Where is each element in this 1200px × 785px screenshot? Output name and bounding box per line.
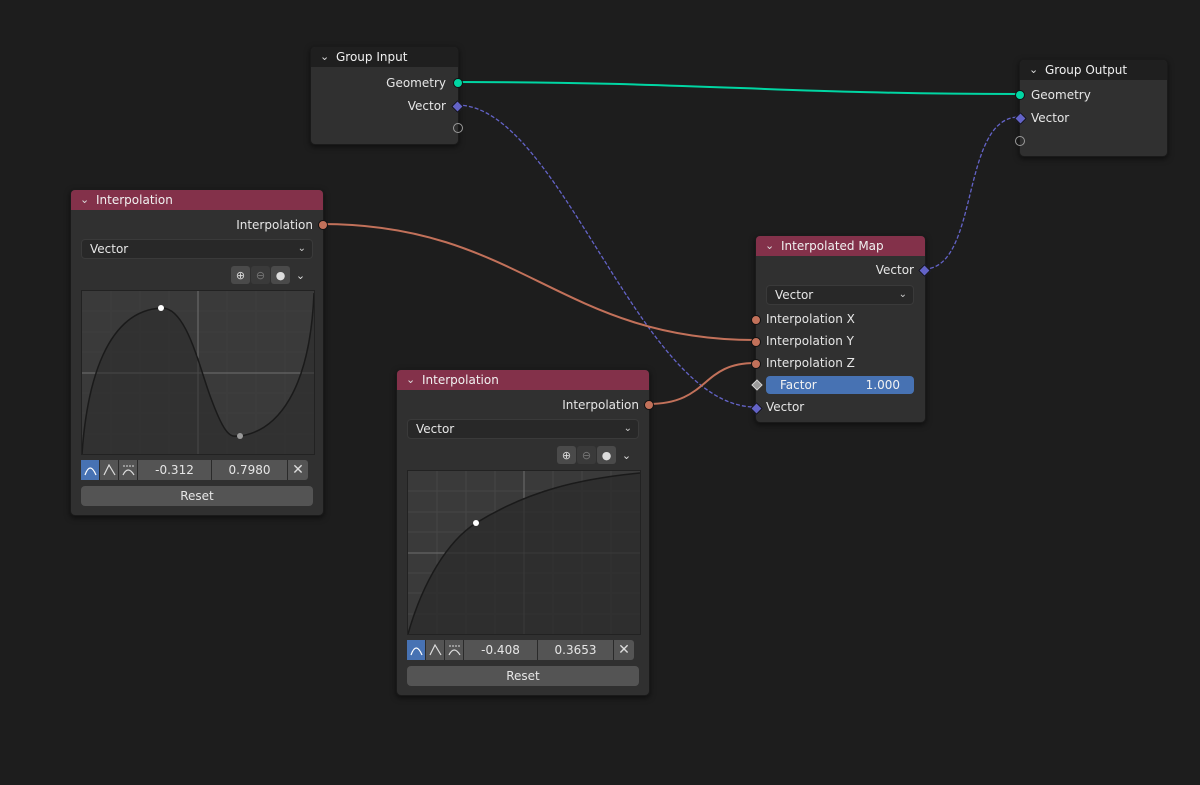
interpolation-2-output-socket[interactable] xyxy=(644,400,654,410)
auto-handle-icon[interactable] xyxy=(407,640,426,660)
auto-handle-icon[interactable] xyxy=(81,460,100,480)
close-icon[interactable]: ✕ xyxy=(288,460,308,480)
vector-handle-icon[interactable] xyxy=(426,640,445,660)
interpolation-1-output-label: Interpolation xyxy=(236,218,313,232)
chevron-down-icon: ⌄ xyxy=(898,289,907,300)
chevron-down-icon[interactable]: ⌄ xyxy=(1029,60,1039,80)
empty-input-socket[interactable] xyxy=(1015,136,1025,146)
dot-icon[interactable]: ● xyxy=(597,446,616,464)
group-output-title: Group Output xyxy=(1045,63,1128,77)
map-vector-input-socket[interactable] xyxy=(750,402,763,415)
map-vector-output-socket[interactable] xyxy=(918,264,931,277)
interpolation-x-label: Interpolation X xyxy=(766,312,855,326)
interpolated-map-node[interactable]: ⌄ Interpolated Map Vector Vector ⌄ Inter… xyxy=(750,235,931,423)
interpolated-map-header[interactable]: ⌄ Interpolated Map xyxy=(756,236,925,256)
curve-point-controls-1: -0.312 0.7980 ✕ xyxy=(81,460,308,480)
interpolation-2-output-label: Interpolation xyxy=(562,398,639,412)
interpolation-z-input-socket[interactable] xyxy=(751,359,761,369)
point-y-field-1[interactable]: 0.7980 xyxy=(212,460,288,480)
close-icon[interactable]: ✕ xyxy=(614,640,634,660)
point-x-field-2[interactable]: -0.408 xyxy=(464,640,538,660)
point-y-field-2[interactable]: 0.3653 xyxy=(538,640,614,660)
interpolation-2-title: Interpolation xyxy=(422,373,499,387)
map-vector-input-label: Vector xyxy=(766,400,805,414)
vector-input-socket[interactable] xyxy=(1014,112,1027,125)
interpolation-y-input-socket[interactable] xyxy=(751,337,761,347)
curve-graph-1[interactable] xyxy=(82,291,314,454)
zoom-in-icon[interactable]: ⊕ xyxy=(557,446,576,464)
empty-output-socket[interactable] xyxy=(453,123,463,133)
curve-editor-2[interactable] xyxy=(407,470,641,635)
interpolation-1-header[interactable]: ⌄ Interpolation xyxy=(71,190,323,210)
chevron-down-icon[interactable]: ⌄ xyxy=(765,236,775,256)
curve-point-selected-1[interactable] xyxy=(158,305,164,311)
curve-editor-1[interactable] xyxy=(81,290,315,455)
chevron-down-icon[interactable]: ⌄ xyxy=(80,190,90,210)
link-interp1-to-map-y xyxy=(321,223,756,341)
interpolation-node-2[interactable]: ⌄ Interpolation Interpolation Vector ⌄ ⊕… xyxy=(396,369,654,696)
group-output-node[interactable]: ⌄ Group Output Geometry Vector xyxy=(1014,59,1168,157)
interpolation-y-label: Interpolation Y xyxy=(766,334,854,348)
interpolation-2-mode-dropdown[interactable]: Vector ⌄ xyxy=(407,419,639,439)
link-map-to-output xyxy=(923,116,1020,270)
point-x-field-1[interactable]: -0.312 xyxy=(138,460,212,480)
interpolation-1-mode-value: Vector xyxy=(90,242,129,256)
interpolation-z-label: Interpolation Z xyxy=(766,356,855,370)
zoom-out-icon[interactable]: ⊖ xyxy=(577,446,596,464)
group-output-header[interactable]: ⌄ Group Output xyxy=(1020,60,1167,80)
map-mode-value: Vector xyxy=(775,288,814,302)
chevron-down-icon: ⌄ xyxy=(297,243,306,254)
group-input-title: Group Input xyxy=(336,50,408,64)
chevron-down-icon[interactable]: ⌄ xyxy=(617,446,636,464)
output-geometry-label: Geometry xyxy=(386,76,446,90)
dot-icon[interactable]: ● xyxy=(271,266,290,284)
link-interp2-to-map-z xyxy=(647,362,756,405)
interpolated-map-title: Interpolated Map xyxy=(781,239,884,253)
output-vector-label: Vector xyxy=(407,99,446,113)
reset-button-2[interactable]: Reset xyxy=(407,666,639,686)
interpolation-1-output-socket[interactable] xyxy=(318,220,328,230)
vector-output-socket[interactable] xyxy=(451,100,464,113)
chevron-down-icon[interactable]: ⌄ xyxy=(291,266,310,284)
interpolation-2-mode-value: Vector xyxy=(416,422,455,436)
curve-graph-2[interactable] xyxy=(408,471,640,634)
map-output-vector-label: Vector xyxy=(875,263,914,277)
input-geometry-label: Geometry xyxy=(1031,88,1091,102)
auto-clamped-handle-icon[interactable] xyxy=(445,640,464,660)
curve-toolbar-2: ⊕ ⊖ ● ⌄ xyxy=(557,446,636,464)
factor-label: Factor xyxy=(780,378,817,392)
link-vector-input-to-map xyxy=(456,104,756,408)
geometry-output-socket[interactable] xyxy=(453,78,463,88)
auto-clamped-handle-icon[interactable] xyxy=(119,460,138,480)
chevron-down-icon[interactable]: ⌄ xyxy=(406,370,416,390)
factor-input-socket[interactable] xyxy=(751,379,763,391)
interpolation-node-1[interactable]: ⌄ Interpolation Interpolation Vector ⌄ ⊕… xyxy=(70,189,328,516)
group-input-node[interactable]: ⌄ Group Input Geometry Vector xyxy=(310,46,464,145)
geometry-input-socket[interactable] xyxy=(1015,90,1025,100)
reset-button-1[interactable]: Reset xyxy=(81,486,313,506)
interpolation-1-title: Interpolation xyxy=(96,193,173,207)
interpolation-1-mode-dropdown[interactable]: Vector ⌄ xyxy=(81,239,313,259)
curve-point-selected-2[interactable] xyxy=(473,520,479,526)
map-mode-dropdown[interactable]: Vector ⌄ xyxy=(766,285,914,305)
curve-toolbar-1: ⊕ ⊖ ● ⌄ xyxy=(231,266,310,284)
curve-point-1[interactable] xyxy=(237,433,243,439)
link-geometry xyxy=(456,81,1020,95)
curve-point-controls-2: -0.408 0.3653 ✕ xyxy=(407,640,634,660)
zoom-in-icon[interactable]: ⊕ xyxy=(231,266,250,284)
zoom-out-icon[interactable]: ⊖ xyxy=(251,266,270,284)
group-input-header[interactable]: ⌄ Group Input xyxy=(311,47,458,67)
factor-field[interactable]: Factor 1.000 xyxy=(766,376,914,394)
chevron-down-icon[interactable]: ⌄ xyxy=(320,47,330,67)
interpolation-x-input-socket[interactable] xyxy=(751,315,761,325)
vector-handle-icon[interactable] xyxy=(100,460,119,480)
factor-value: 1.000 xyxy=(865,378,900,392)
input-vector-label: Vector xyxy=(1031,111,1070,125)
chevron-down-icon: ⌄ xyxy=(623,423,632,434)
interpolation-2-header[interactable]: ⌄ Interpolation xyxy=(397,370,649,390)
